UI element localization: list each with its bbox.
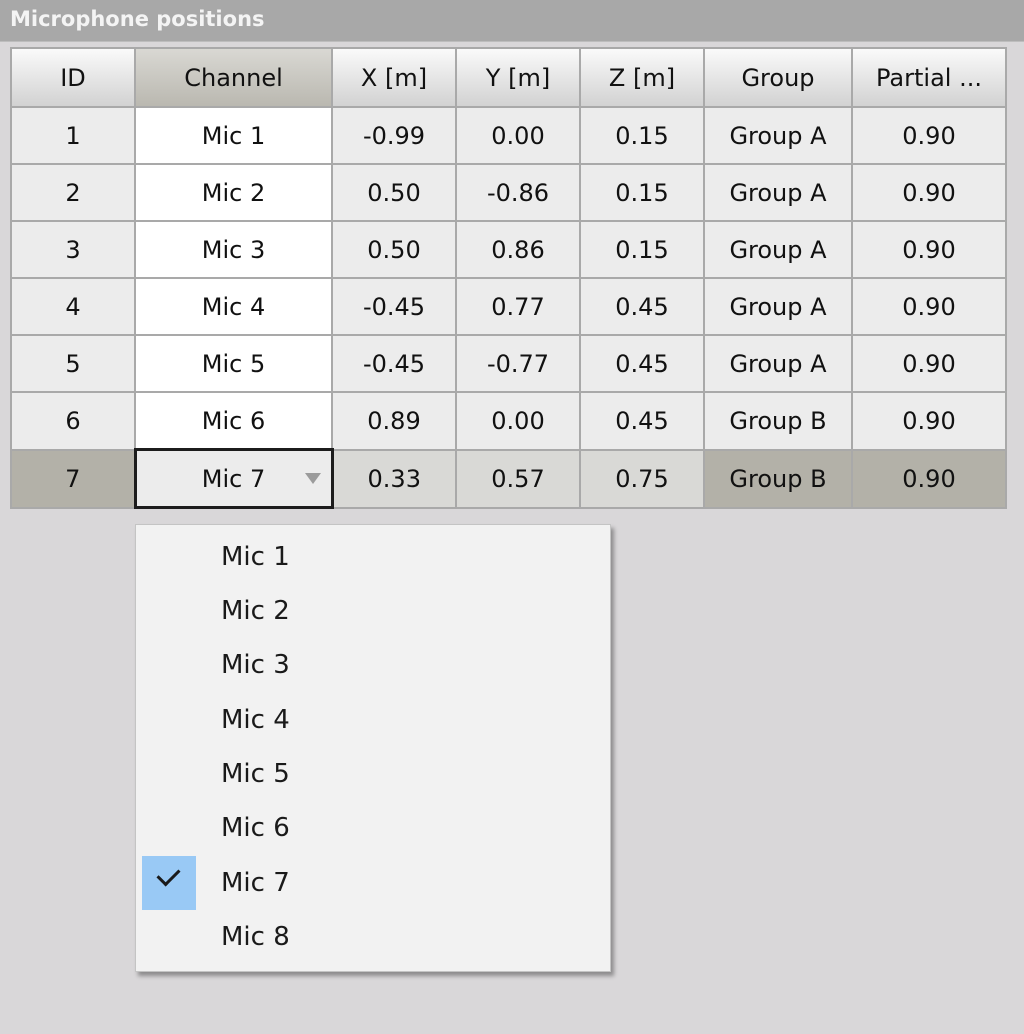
table-row[interactable]: 6 Mic 6 0.89 0.00 0.45 Group B 0.90 bbox=[10, 391, 1007, 451]
cell-group[interactable]: Group A bbox=[703, 220, 853, 279]
cell-z[interactable]: 0.45 bbox=[579, 391, 705, 451]
cell-x[interactable]: -0.45 bbox=[331, 277, 457, 336]
dropdown-option-label: Mic 2 bbox=[221, 596, 290, 626]
cell-y[interactable]: 0.00 bbox=[455, 391, 581, 451]
cell-z[interactable]: 0.15 bbox=[579, 106, 705, 165]
cell-group[interactable]: Group A bbox=[703, 106, 853, 165]
dropdown-option[interactable]: Mic 6 bbox=[136, 801, 610, 855]
dropdown-option[interactable]: Mic 8 bbox=[136, 910, 610, 964]
cell-partial[interactable]: 0.90 bbox=[851, 220, 1007, 279]
cell-channel[interactable]: Mic 5 bbox=[134, 334, 333, 393]
chevron-down-icon[interactable] bbox=[304, 473, 321, 484]
cell-id[interactable]: 6 bbox=[10, 391, 136, 451]
dropdown-option-selected[interactable]: Mic 7 bbox=[136, 856, 610, 910]
cell-y[interactable]: 0.86 bbox=[455, 220, 581, 279]
cell-z[interactable]: 0.45 bbox=[579, 334, 705, 393]
cell-group[interactable]: Group A bbox=[703, 163, 853, 222]
table-row[interactable]: 1 Mic 1 -0.99 0.00 0.15 Group A 0.90 bbox=[10, 106, 1007, 165]
table-row[interactable]: 3 Mic 3 0.50 0.86 0.15 Group A 0.90 bbox=[10, 220, 1007, 279]
cell-group[interactable]: Group B bbox=[703, 391, 853, 451]
cell-partial[interactable]: 0.90 bbox=[851, 391, 1007, 451]
dropdown-option[interactable]: Mic 5 bbox=[136, 747, 610, 801]
cell-channel[interactable]: Mic 2 bbox=[134, 163, 333, 222]
cell-partial[interactable]: 0.90 bbox=[851, 334, 1007, 393]
cell-y[interactable]: 0.77 bbox=[455, 277, 581, 336]
channel-dropdown-list: Mic 1 Mic 2 Mic 3 Mic 4 Mic 5 Mic 6 Mic … bbox=[135, 524, 611, 972]
cell-group[interactable]: Group A bbox=[703, 277, 853, 336]
cell-x[interactable]: -0.99 bbox=[331, 106, 457, 165]
dropdown-option[interactable]: Mic 4 bbox=[136, 693, 610, 747]
dropdown-option[interactable]: Mic 2 bbox=[136, 584, 610, 638]
dropdown-option-label: Mic 5 bbox=[221, 759, 290, 789]
cell-id[interactable]: 3 bbox=[10, 220, 136, 279]
cell-id[interactable]: 2 bbox=[10, 163, 136, 222]
cell-channel[interactable]: Mic 1 bbox=[134, 106, 333, 165]
cell-id[interactable]: 7 bbox=[10, 448, 136, 509]
dropdown-option-label: Mic 8 bbox=[221, 922, 290, 952]
dropdown-option[interactable]: Mic 1 bbox=[136, 530, 610, 584]
cell-z[interactable]: 0.15 bbox=[579, 220, 705, 279]
table-row[interactable]: 5 Mic 5 -0.45 -0.77 0.45 Group A 0.90 bbox=[10, 334, 1007, 393]
table-row-selected[interactable]: 7 Mic 7 0.33 0.57 0.75 Group B 0.90 bbox=[10, 448, 1007, 509]
cell-y[interactable]: -0.77 bbox=[455, 334, 581, 393]
cell-x[interactable]: 0.33 bbox=[331, 448, 457, 509]
cell-partial[interactable]: 0.90 bbox=[851, 163, 1007, 222]
cell-id[interactable]: 1 bbox=[10, 106, 136, 165]
cell-id[interactable]: 5 bbox=[10, 334, 136, 393]
microphone-table: ID Channel X [m] Y [m] Z [m] Group Parti… bbox=[10, 47, 1007, 509]
cell-channel[interactable]: Mic 6 bbox=[134, 391, 333, 451]
cell-x[interactable]: 0.50 bbox=[331, 220, 457, 279]
cell-channel[interactable]: Mic 4 bbox=[134, 277, 333, 336]
table-row[interactable]: 4 Mic 4 -0.45 0.77 0.45 Group A 0.90 bbox=[10, 277, 1007, 336]
cell-x[interactable]: -0.45 bbox=[331, 334, 457, 393]
column-header-x[interactable]: X [m] bbox=[331, 47, 457, 108]
column-header-id[interactable]: ID bbox=[10, 47, 136, 108]
cell-partial[interactable]: 0.90 bbox=[851, 106, 1007, 165]
panel-title: Microphone positions bbox=[10, 7, 265, 31]
channel-combobox[interactable]: Mic 7 bbox=[133, 448, 334, 509]
table-header-row: ID Channel X [m] Y [m] Z [m] Group Parti… bbox=[10, 47, 1007, 108]
cell-z[interactable]: 0.75 bbox=[579, 448, 705, 509]
cell-channel[interactable]: Mic 3 bbox=[134, 220, 333, 279]
column-header-z[interactable]: Z [m] bbox=[579, 47, 705, 108]
cell-z[interactable]: 0.15 bbox=[579, 163, 705, 222]
cell-x[interactable]: 0.50 bbox=[331, 163, 457, 222]
dropdown-option-label: Mic 3 bbox=[221, 650, 290, 680]
cell-z[interactable]: 0.45 bbox=[579, 277, 705, 336]
dropdown-option-label: Mic 7 bbox=[221, 868, 290, 898]
cell-group[interactable]: Group A bbox=[703, 334, 853, 393]
cell-x[interactable]: 0.89 bbox=[331, 391, 457, 451]
dropdown-option-label: Mic 4 bbox=[221, 705, 290, 735]
cell-y[interactable]: 0.57 bbox=[455, 448, 581, 509]
dropdown-option-label: Mic 1 bbox=[221, 542, 290, 572]
cell-partial[interactable]: 0.90 bbox=[851, 448, 1007, 509]
cell-partial[interactable]: 0.90 bbox=[851, 277, 1007, 336]
dropdown-option[interactable]: Mic 3 bbox=[136, 638, 610, 692]
table-row[interactable]: 2 Mic 2 0.50 -0.86 0.15 Group A 0.90 bbox=[10, 163, 1007, 222]
combobox-value: Mic 7 bbox=[201, 464, 266, 493]
cell-id[interactable]: 4 bbox=[10, 277, 136, 336]
column-header-y[interactable]: Y [m] bbox=[455, 47, 581, 108]
dropdown-option-label: Mic 6 bbox=[221, 813, 290, 843]
column-header-group[interactable]: Group bbox=[703, 47, 853, 108]
checkmark-icon bbox=[142, 856, 196, 910]
cell-y[interactable]: -0.86 bbox=[455, 163, 581, 222]
cell-y[interactable]: 0.00 bbox=[455, 106, 581, 165]
cell-group[interactable]: Group B bbox=[703, 448, 853, 509]
column-header-channel[interactable]: Channel bbox=[134, 47, 333, 108]
panel-title-bar: Microphone positions bbox=[0, 0, 1024, 42]
column-header-partial[interactable]: Partial ... bbox=[851, 47, 1007, 108]
